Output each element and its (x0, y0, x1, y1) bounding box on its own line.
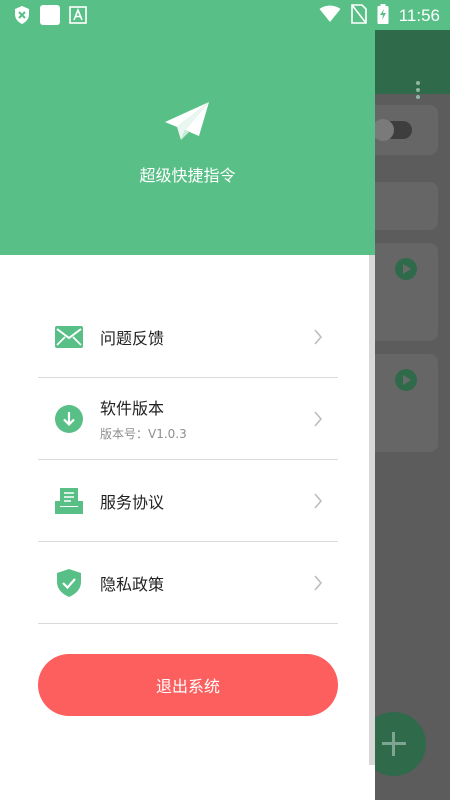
menu-item-label: 服务协议 (100, 492, 165, 512)
version-number: 版本号：V1.0.3 (100, 427, 187, 441)
shield-x-icon (12, 5, 32, 25)
drawer-menu: 问题反馈 软件版本 版本号：V1.0.3 服务协议 隐私政策 (38, 296, 338, 624)
app-name: 超级快捷指令 (139, 166, 236, 185)
menu-item-version[interactable]: 软件版本 版本号：V1.0.3 (38, 378, 338, 460)
menu-item-label: 软件版本 (100, 399, 165, 418)
menu-item-feedback[interactable]: 问题反馈 (38, 296, 338, 378)
chevron-right-icon (312, 328, 324, 346)
menu-item-label: 隐私政策 (100, 574, 165, 594)
play-icon[interactable] (395, 369, 417, 391)
play-icon[interactable] (395, 258, 417, 280)
mail-icon (54, 322, 84, 352)
download-icon (54, 404, 84, 434)
shield-check-icon (54, 568, 84, 598)
app-notification-icon (40, 5, 60, 25)
status-bar: 11:56 (0, 0, 450, 30)
font-a-icon (68, 5, 88, 25)
drawer-scrollbar[interactable] (369, 255, 375, 765)
toggle-switch[interactable] (372, 119, 412, 141)
agreement-icon (54, 486, 84, 516)
navigation-drawer: 超级快捷指令 问题反馈 软件版本 版本号：V1.0.3 服务协议 隐私政策 退出… (0, 0, 375, 800)
no-sim-icon (350, 4, 367, 28)
logout-button[interactable]: 退出系统 (38, 654, 338, 716)
overflow-menu-icon[interactable] (410, 78, 426, 106)
menu-item-privacy-policy[interactable]: 隐私政策 (38, 542, 338, 624)
battery-charging-icon (377, 4, 389, 28)
chevron-right-icon (312, 574, 324, 592)
status-time: 11:56 (398, 6, 440, 25)
chevron-right-icon (312, 410, 324, 428)
chevron-right-icon (312, 492, 324, 510)
paper-plane-icon (163, 100, 211, 144)
drawer-header: 超级快捷指令 (0, 0, 375, 255)
menu-item-service-agreement[interactable]: 服务协议 (38, 460, 338, 542)
menu-item-label: 问题反馈 (100, 328, 165, 348)
wifi-icon (319, 5, 341, 27)
